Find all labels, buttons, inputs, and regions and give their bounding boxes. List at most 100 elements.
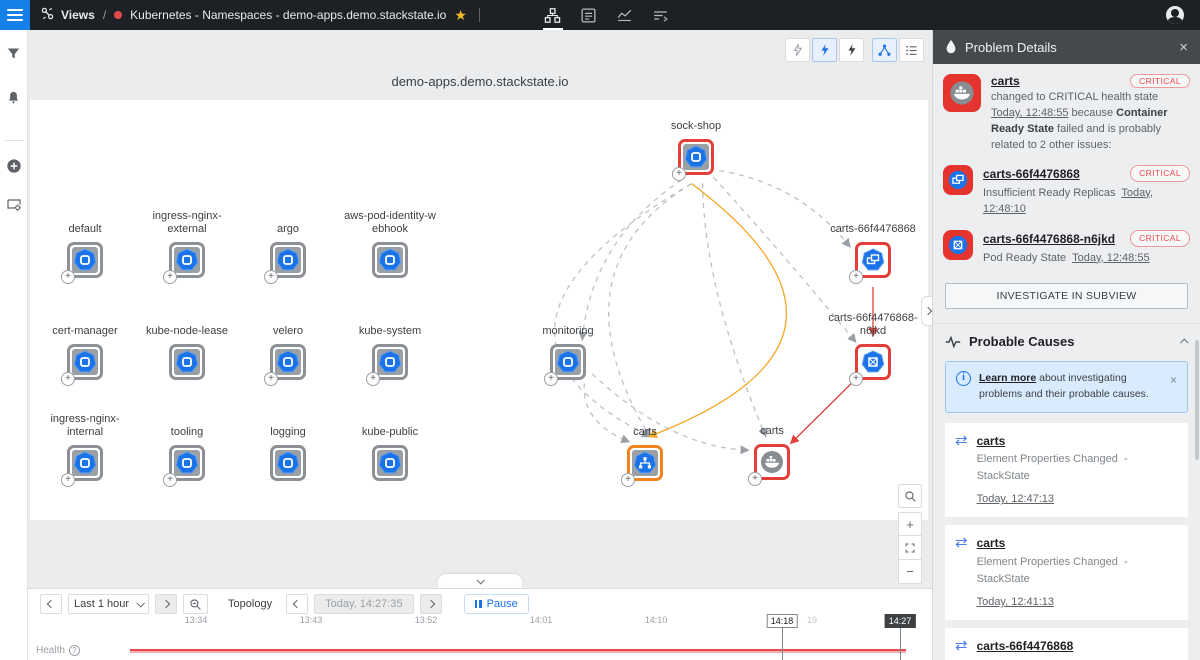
timeline-collapse-tab[interactable]: [438, 574, 522, 588]
canvas-search-button[interactable]: [898, 484, 922, 508]
timestamp-link[interactable]: Today, 12:48:55: [991, 107, 1068, 119]
node-label: aws-pod-identity-w ebhook: [328, 210, 452, 238]
hamburger-menu-button[interactable]: [0, 0, 30, 30]
filter-no-problems-bolt-icon[interactable]: [785, 38, 810, 62]
related-issue-row[interactable]: carts-66f4476868-n6jkd CRITICAL Pod Read…: [933, 223, 1200, 272]
cause-title[interactable]: carts: [977, 432, 1178, 451]
topology-node-carts-rs[interactable]: carts-66f4476868+: [855, 242, 891, 278]
topology-node-ingress-nginx-internal[interactable]: ingress-nginx- internal+: [67, 445, 103, 481]
expand-plus-badge[interactable]: +: [849, 270, 863, 284]
view-mode-icons: [540, 0, 674, 30]
topology-view-icon[interactable]: [540, 0, 566, 30]
health-row-label: Health?: [36, 645, 80, 656]
expand-plus-badge[interactable]: +: [163, 270, 177, 284]
range-next-button[interactable]: [155, 594, 177, 614]
expand-plus-badge[interactable]: +: [61, 270, 75, 284]
topology-node-default[interactable]: default+: [67, 242, 103, 278]
expand-plus-badge[interactable]: +: [748, 472, 762, 486]
range-prev-button[interactable]: [40, 594, 62, 614]
topology-node-kube-public[interactable]: kube-public: [372, 445, 408, 481]
expand-plus-badge[interactable]: +: [366, 372, 380, 386]
notifications-bell-icon[interactable]: [2, 82, 26, 112]
stackstate-logo-icon: [40, 6, 55, 24]
issue-title[interactable]: carts-66f4476868-n6jkd: [983, 230, 1115, 248]
root-problem-title[interactable]: carts: [991, 74, 1020, 88]
topology-node-carts-pod[interactable]: carts-66f4476868- n6jkd+: [855, 344, 891, 380]
zoom-in-button[interactable]: +: [898, 512, 922, 536]
timestamp-link[interactable]: Today, 12:41:13: [977, 594, 1054, 611]
topology-node-logging[interactable]: logging: [270, 445, 306, 481]
metrics-view-icon[interactable]: [612, 0, 638, 30]
time-prev-button[interactable]: [286, 594, 308, 614]
related-issue-row[interactable]: carts-66f4476868 CRITICAL Insufficient R…: [933, 158, 1200, 223]
current-time-marker[interactable]: 14:27: [885, 614, 916, 628]
list-layout-icon[interactable]: [899, 38, 924, 62]
pause-button[interactable]: Pause: [464, 594, 529, 614]
selected-time-marker[interactable]: 14:18: [767, 614, 798, 628]
filter-critical-bolt-icon[interactable]: [839, 38, 864, 62]
expand-plus-badge[interactable]: +: [849, 372, 863, 386]
components-view-icon[interactable]: [576, 0, 602, 30]
expand-plus-badge[interactable]: +: [61, 372, 75, 386]
topology-node-kube-node-lease[interactable]: kube-node-lease: [169, 344, 205, 380]
timestamp-link[interactable]: Today, 12:47:13: [977, 491, 1054, 508]
info-close-icon[interactable]: ×: [1170, 371, 1177, 403]
timeline-zoom-out-button[interactable]: [183, 594, 208, 614]
user-avatar[interactable]: [1166, 6, 1184, 24]
topology-node-cert-manager[interactable]: cert-manager+: [67, 344, 103, 380]
zoom-out-button[interactable]: −: [898, 560, 922, 584]
time-next-button[interactable]: [420, 594, 442, 614]
topology-node-aws-pod-identity-webhook[interactable]: aws-pod-identity-w ebhook: [372, 242, 408, 278]
expand-plus-badge[interactable]: +: [264, 270, 278, 284]
topology-node-sock-shop[interactable]: sock-shop+: [678, 139, 714, 175]
expand-plus-badge[interactable]: +: [621, 473, 635, 487]
probable-causes-header[interactable]: Probable Causes: [933, 323, 1200, 359]
topology-node-kube-system[interactable]: kube-system+: [372, 344, 408, 380]
probable-cause-card[interactable]: ⇄ carts-66f4476868 Element Properties Ch…: [945, 628, 1188, 660]
issue-title[interactable]: carts-66f4476868: [983, 165, 1080, 183]
learn-more-link[interactable]: Learn more: [979, 372, 1036, 384]
expand-plus-badge[interactable]: +: [672, 167, 686, 181]
fit-to-screen-button[interactable]: [898, 536, 922, 560]
timestamp-link[interactable]: Today, 12:48:55: [1072, 252, 1149, 264]
timeline-plot[interactable]: Health? Events 13:3413:4313:5214:0114:10…: [28, 615, 932, 660]
topology-canvas[interactable]: demo-apps.demo.stackstate.io: [28, 30, 932, 588]
views-menu[interactable]: Views: [61, 8, 95, 22]
favorite-star-icon[interactable]: ★: [454, 7, 467, 24]
view-settings-icon[interactable]: [2, 189, 26, 219]
problem-details-header: Problem Details ×: [933, 30, 1200, 64]
current-time-display: Today, 14:27:35: [314, 594, 413, 614]
root-problem-row[interactable]: carts CRITICAL changed to CRITICAL healt…: [933, 64, 1200, 158]
topology-node-ingress-nginx-external[interactable]: ingress-nginx- external+: [169, 242, 205, 278]
topology-node-monitoring[interactable]: monitoring+: [550, 344, 586, 380]
probable-cause-card[interactable]: ⇄ carts Element Properties Changed - Sta…: [945, 423, 1188, 518]
topology-node-tooling[interactable]: tooling+: [169, 445, 205, 481]
pod-icon: [943, 230, 973, 260]
graph-layout-icon[interactable]: [872, 38, 897, 62]
health-timeline-critical-line: [130, 649, 906, 651]
topology-node-velero[interactable]: velero+: [270, 344, 306, 380]
traces-view-icon[interactable]: [648, 0, 674, 30]
expand-plus-badge[interactable]: +: [61, 473, 75, 487]
topology-node-argo[interactable]: argo+: [270, 242, 306, 278]
expand-plus-badge[interactable]: +: [544, 372, 558, 386]
help-icon[interactable]: ?: [69, 645, 80, 656]
time-range-dropdown[interactable]: Last 1 hour: [68, 594, 149, 614]
cause-title[interactable]: carts-66f4476868: [977, 637, 1178, 656]
topology-node-carts-docker[interactable]: carts+: [754, 444, 790, 480]
replicaset-icon: [943, 165, 973, 195]
topology-node-carts-deploy[interactable]: carts+: [627, 445, 663, 481]
filter-icon[interactable]: [2, 38, 26, 68]
close-panel-icon[interactable]: ×: [1179, 39, 1188, 56]
panel-scrollbar[interactable]: [1195, 340, 1199, 460]
timeline-controls: Last 1 hour Topology Today, 14:27:35 Pau…: [28, 589, 932, 615]
filter-deviating-bolt-icon[interactable]: [812, 38, 837, 62]
add-icon[interactable]: [2, 151, 26, 181]
expand-plus-badge[interactable]: +: [264, 372, 278, 386]
expand-plus-badge[interactable]: +: [163, 473, 177, 487]
cause-title[interactable]: carts: [977, 534, 1178, 553]
view-title[interactable]: Kubernetes - Namespaces - demo-apps.demo…: [130, 8, 446, 22]
probable-cause-card[interactable]: ⇄ carts Element Properties Changed - Sta…: [945, 525, 1188, 620]
time-tick-label: 13:34: [185, 615, 208, 625]
investigate-in-subview-button[interactable]: INVESTIGATE IN SUBVIEW: [945, 283, 1188, 309]
